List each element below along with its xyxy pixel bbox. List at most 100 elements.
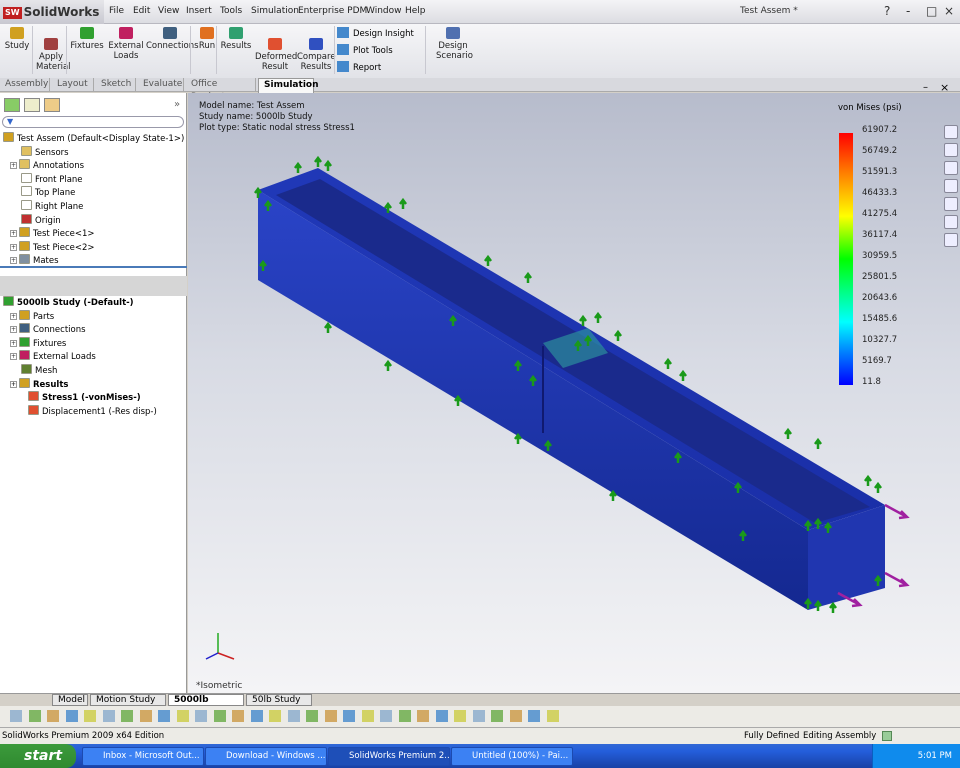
menu-help[interactable]: Help xyxy=(405,6,426,16)
toolbar-tool-icon[interactable] xyxy=(47,710,59,722)
close-button[interactable]: × xyxy=(944,4,954,18)
toolbar-tool-icon[interactable] xyxy=(65,710,78,722)
bottom-tab-5000lb-study[interactable]: 5000lb Study xyxy=(168,694,244,716)
toolbar-tool-icon[interactable] xyxy=(306,710,318,722)
toolbar-tool-icon[interactable] xyxy=(380,710,392,722)
solidworks-logo[interactable]: SW SolidWorks xyxy=(0,0,104,24)
toolbar-tool-icon[interactable] xyxy=(491,710,503,722)
tab-layout[interactable]: Layout xyxy=(52,78,94,92)
cmd-external-loads-button[interactable]: External Loads xyxy=(108,27,144,61)
tree-item[interactable]: Right Plane xyxy=(10,200,83,213)
expand-icon[interactable]: + xyxy=(10,339,17,347)
taskbar-item[interactable]: Inbox - Microsoft Out... xyxy=(82,747,204,766)
menu-file[interactable]: File xyxy=(109,6,124,16)
tab-evaluate[interactable]: Evaluate xyxy=(138,78,184,92)
menu-insert[interactable]: Insert xyxy=(186,6,212,16)
tab-office-products[interactable]: Office Products xyxy=(186,78,256,102)
panel-splitter[interactable] xyxy=(0,266,187,268)
menu-simulation[interactable]: Simulation xyxy=(251,6,299,16)
tree-item[interactable]: Sensors xyxy=(10,145,69,159)
tree-item[interactable]: + Results xyxy=(10,377,68,391)
tree-item[interactable]: + Annotations xyxy=(10,159,84,172)
appearance-icon[interactable] xyxy=(944,215,958,229)
panel-tab-icons[interactable] xyxy=(2,97,62,113)
toolbar-tool-icon[interactable] xyxy=(398,710,411,722)
tab-simulation[interactable]: Simulation xyxy=(258,78,319,94)
cmd-design-scenario-button[interactable]: Design Scenario xyxy=(436,27,473,61)
toolbar-tool-icon[interactable] xyxy=(509,710,522,722)
toolbar-tool-icon[interactable] xyxy=(158,710,170,722)
tree-item[interactable]: + Parts xyxy=(10,309,54,323)
cmd-report-button[interactable]: Report xyxy=(337,61,381,73)
tree-item[interactable]: Test Assem (Default<Display State-1>) xyxy=(3,132,184,145)
toolbar-tool-icon[interactable] xyxy=(417,710,429,722)
filter-input[interactable]: ▼ xyxy=(2,116,184,128)
toolbar-tool-icon[interactable] xyxy=(84,710,96,722)
cmd-fixtures-button[interactable]: Fixtures xyxy=(70,27,104,51)
toolbar-tool-icon[interactable] xyxy=(343,710,355,722)
toolbar-tool-icon[interactable] xyxy=(121,710,133,722)
expand-icon[interactable]: + xyxy=(10,326,17,334)
menu-edit[interactable]: Edit xyxy=(133,6,150,16)
expand-icon[interactable]: + xyxy=(10,257,17,265)
tree-item[interactable]: Origin xyxy=(10,213,61,227)
menu-tools[interactable]: Tools xyxy=(220,6,242,16)
selection-toolbar[interactable] xyxy=(0,706,960,728)
tree-item[interactable]: 5000lb Study (-Default-) xyxy=(3,296,134,309)
taskbar-item[interactable]: SolidWorks Premium 2... xyxy=(328,747,450,766)
tree-item[interactable]: + Fixtures xyxy=(10,336,66,350)
heads-up-view-toolbar[interactable] xyxy=(470,81,670,93)
menu-enterprise-pdm[interactable]: Enterprise PDM xyxy=(298,6,367,16)
tab-assembly[interactable]: Assembly xyxy=(0,78,50,92)
folder-icon[interactable] xyxy=(944,179,958,193)
tree-item[interactable]: Mesh xyxy=(10,364,57,377)
tree-item[interactable]: Displacement1 (-Res disp-) xyxy=(17,404,157,418)
tree-item[interactable]: Top Plane xyxy=(10,186,75,199)
viewport-minimize-icon[interactable]: – xyxy=(923,82,928,93)
expand-icon[interactable]: + xyxy=(10,243,17,251)
expand-icon[interactable]: + xyxy=(10,230,17,238)
cmd-study-button[interactable]: Study xyxy=(4,27,30,51)
start-button[interactable]: start xyxy=(0,744,76,768)
tree-item[interactable]: + Test Piece<1> xyxy=(10,227,95,240)
tree-item[interactable]: + External Loads xyxy=(10,350,96,363)
tab-sketch[interactable]: Sketch xyxy=(96,78,136,92)
toolbar-tool-icon[interactable] xyxy=(361,710,374,722)
toolbar-tool-icon[interactable] xyxy=(250,710,263,722)
feature-tree-tab-icon[interactable] xyxy=(4,98,20,112)
analysis-icon[interactable] xyxy=(944,161,958,175)
minimize-button[interactable]: - xyxy=(906,4,910,18)
taskbar-item[interactable]: Untitled (100%) - Pai... xyxy=(451,747,573,766)
cmd-apply-material-button[interactable]: Apply Material xyxy=(36,38,71,72)
taskbar-item[interactable]: Download - Windows ... xyxy=(205,747,327,766)
bottom-tab-50lb-study[interactable]: 50lb Study xyxy=(246,694,312,706)
expand-icon[interactable]: + xyxy=(10,162,17,170)
toolbar-tool-icon[interactable] xyxy=(546,710,559,722)
expand-icon[interactable]: + xyxy=(10,380,17,388)
cmd-deformed-result-button[interactable]: Deformed Result xyxy=(255,38,297,72)
toolbar-tool-icon[interactable] xyxy=(28,710,41,722)
tree-item[interactable]: Stress1 (-vonMises-) xyxy=(17,391,141,404)
toolbar-tool-icon[interactable] xyxy=(195,710,207,722)
toolbar-tool-icon[interactable] xyxy=(472,710,485,722)
rebuild-icon[interactable] xyxy=(944,125,958,139)
toolbar-tool-icon[interactable] xyxy=(324,710,337,722)
tree-item[interactable]: + Test Piece<2> xyxy=(10,240,95,254)
cmd-compare-results-button[interactable]: Compare Results xyxy=(297,38,336,72)
home-icon[interactable] xyxy=(944,143,958,157)
toolbar-tool-icon[interactable] xyxy=(213,710,226,722)
toolbar-tool-icon[interactable] xyxy=(269,710,281,722)
toolbar-tool-icon[interactable] xyxy=(139,710,152,722)
toolbar-tool-icon[interactable] xyxy=(10,710,22,722)
expand-icon[interactable]: + xyxy=(10,312,17,320)
custom-icon[interactable] xyxy=(944,233,958,247)
properties-icon[interactable] xyxy=(944,197,958,211)
maximize-button[interactable]: □ xyxy=(926,4,937,18)
toolbar-tool-icon[interactable] xyxy=(102,710,115,722)
bottom-tab-model[interactable]: Model xyxy=(52,694,88,706)
toolbar-tool-icon[interactable] xyxy=(232,710,244,722)
help-status-icon[interactable] xyxy=(882,731,892,741)
toolbar-tool-icon[interactable] xyxy=(435,710,448,722)
cmd-connections-button[interactable]: Connections xyxy=(146,27,199,51)
cmd-design-insight-button[interactable]: Design Insight xyxy=(337,27,414,39)
